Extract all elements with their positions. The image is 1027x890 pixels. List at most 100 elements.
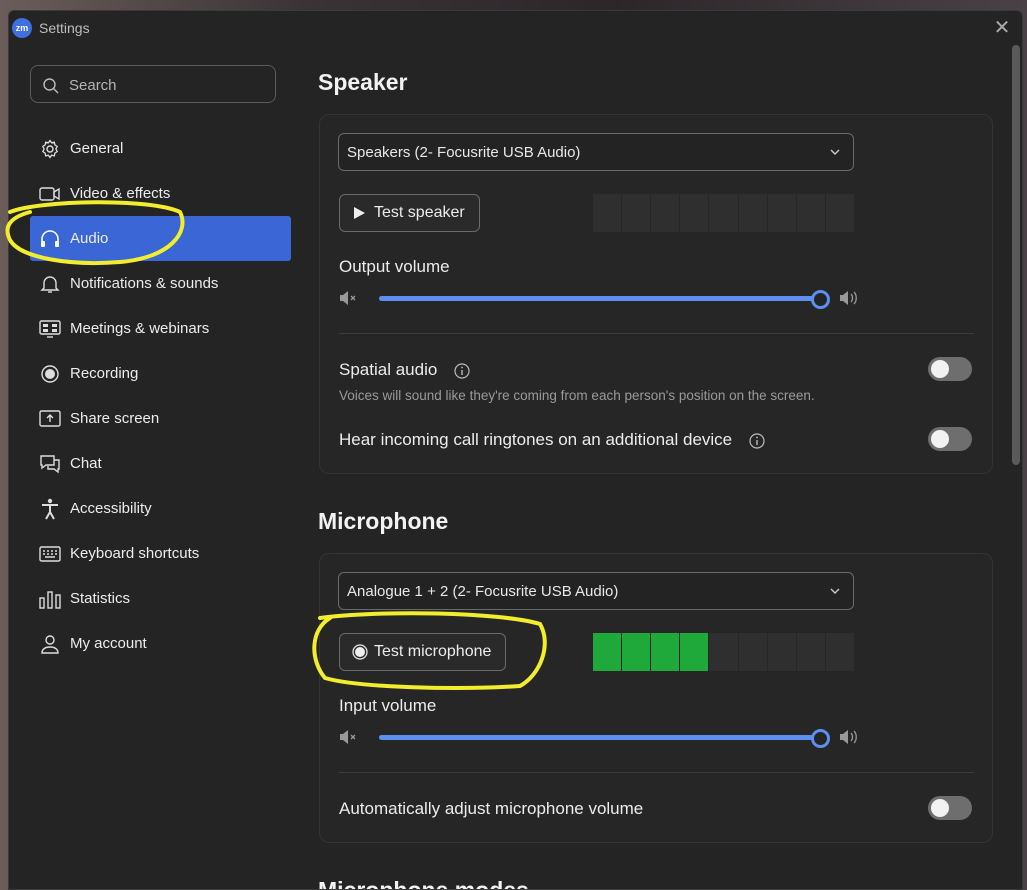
chevron-down-icon [830,588,840,594]
speaker-device-select[interactable]: Speakers (2- Focusrite USB Audio) [338,133,854,171]
info-icon[interactable] [749,432,765,449]
meter-segment [709,633,739,671]
test-microphone-label: Test microphone [374,643,492,660]
chevron-down-icon [830,149,840,155]
microphone-heading: Microphone [318,508,449,534]
input-volume-track [379,729,830,748]
ringtone-text: Hear incoming call ringtones on an addit… [339,430,733,449]
meter-segment [739,633,768,671]
sidebar-item-label: Notifications & sounds [70,275,219,292]
sidebar-item-my-account[interactable]: My account [30,621,291,666]
spatial-audio-toggle[interactable] [928,357,972,381]
sidebar-item-notifications[interactable]: Notifications & sounds [30,261,291,306]
speaker-level-meter [593,194,854,232]
sidebar-item-meetings[interactable]: Meetings & webinars [30,306,291,351]
info-icon[interactable] [454,362,470,379]
sidebar-item-general[interactable]: General [30,126,291,171]
sidebar-item-label: Statistics [70,590,131,607]
meter-segment [680,194,710,232]
meter-segment [739,194,768,232]
divider [339,333,974,334]
meter-segment [797,633,826,671]
meter-segment [593,194,623,232]
sidebar-item-keyboard-shortcuts[interactable]: Keyboard shortcuts [30,531,291,576]
speaker-mute-icon [340,291,356,305]
output-volume-slider[interactable] [339,287,859,309]
input-volume-thumb[interactable] [811,729,830,748]
speaker-loud-icon [840,730,857,744]
test-speaker-button[interactable]: Test speaker [339,194,480,232]
sidebar-item-recording[interactable]: Recording [30,351,291,396]
input-volume-slider[interactable] [339,726,859,748]
meter-segment [768,194,797,232]
sidebar-item-chat[interactable]: Chat [30,441,291,486]
record-icon [39,363,61,385]
sidebar-item-label: Keyboard shortcuts [70,545,200,562]
speaker-loud-icon [840,291,857,305]
app-logo: zm [12,18,32,38]
auto-adjust-label: Automatically adjust microphone volume [339,799,644,818]
meter-segment [768,633,797,671]
main-content: Speaker Speakers (2- Focusrite USB Audio… [305,11,1005,889]
ringtone-label: Hear incoming call ringtones on an addit… [339,430,765,450]
meter-segment [680,633,710,671]
spatial-audio-label: Spatial audio [339,360,470,380]
gear-icon [39,138,61,160]
accessibility-icon [39,498,61,520]
meetings-icon [39,318,61,340]
output-volume-track [379,290,830,309]
search-box[interactable] [30,65,276,103]
speaker-card: Speakers (2- Focusrite USB Audio) Test s… [319,114,993,474]
meter-segment [797,194,826,232]
meter-segment [826,194,854,232]
sidebar-item-label: Share screen [70,410,160,427]
sidebar-item-accessibility[interactable]: Accessibility [30,486,291,531]
statistics-icon [39,588,61,610]
sidebar-item-share-screen[interactable]: Share screen [30,396,291,441]
meter-segment [651,633,681,671]
meter-segment [622,633,652,671]
bell-icon [39,273,61,295]
chat-icon [39,453,61,475]
user-icon [39,633,61,655]
sidebar-item-label: Video & effects [70,185,171,202]
microphone-modes-heading: Microphone modes [318,877,529,890]
meter-segment [593,633,623,671]
sidebar-item-label: General [70,140,124,157]
test-microphone-button[interactable]: Test microphone [339,633,507,671]
sidebar-item-statistics[interactable]: Statistics [30,576,291,621]
meter-segment [826,633,854,671]
microphone-card: Analogue 1 + 2 (2- Focusrite USB Audio) … [319,553,993,843]
headphones-icon [39,228,61,250]
meter-segment [651,194,681,232]
sidebar-item-label: Chat [70,455,102,472]
sidebar-item-label: Meetings & webinars [70,320,210,337]
microphone-level-meter [593,633,854,671]
share-screen-icon [39,408,61,430]
speaker-mute-icon [340,730,356,744]
settings-window: zm Settings ✕ General Video & effects Au… [8,10,1023,890]
auto-adjust-toggle[interactable] [928,796,972,820]
sidebar-item-label: My account [70,635,147,652]
spatial-audio-description: Voices will sound like they're coming fr… [339,388,815,403]
sidebar-item-label: Audio [70,230,109,247]
video-camera-icon [39,183,61,205]
output-volume-thumb[interactable] [811,290,830,309]
sidebar-item-audio[interactable]: Audio [30,216,291,261]
scrollbar[interactable] [1012,45,1020,465]
divider [339,772,974,773]
sidebar-item-label: Recording [70,365,139,382]
meter-segment [709,194,739,232]
spatial-audio-text: Spatial audio [339,360,438,379]
sidebar-item-label: Accessibility [70,500,152,517]
sidebar-item-video-effects[interactable]: Video & effects [30,171,291,216]
test-speaker-label: Test speaker [374,204,465,221]
microphone-device-value: Analogue 1 + 2 (2- Focusrite USB Audio) [347,583,619,600]
output-volume-label: Output volume [339,257,450,276]
play-icon [354,207,365,219]
meter-segment [622,194,652,232]
input-volume-label: Input volume [339,696,437,715]
microphone-device-select[interactable]: Analogue 1 + 2 (2- Focusrite USB Audio) [338,572,854,610]
ringtone-toggle[interactable] [928,427,972,451]
search-input[interactable] [67,74,271,96]
